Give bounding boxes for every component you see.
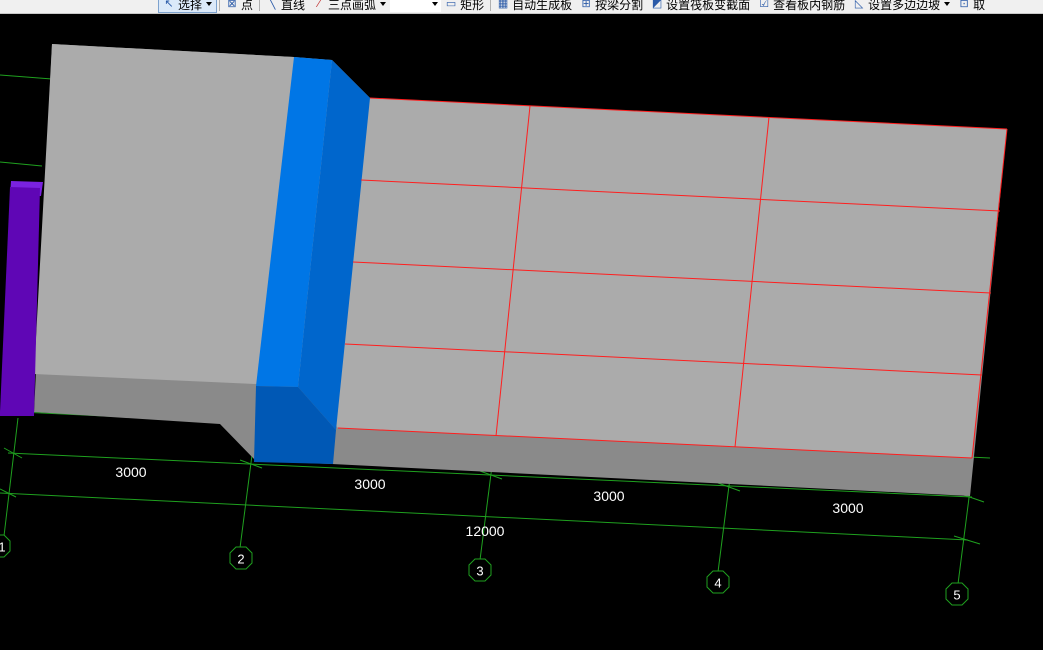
slope-icon: ◺ <box>854 0 864 10</box>
dim-span-1: 3000 <box>115 464 146 480</box>
select-label: 选择 <box>178 0 203 12</box>
axis-line-top <box>0 74 53 80</box>
line-button[interactable]: ╲ 直线 <box>262 0 309 13</box>
pick-label: 取 <box>973 0 986 12</box>
chevron-down-icon <box>432 2 439 6</box>
auto-slab-icon: ▦ <box>497 0 509 10</box>
rectangle-icon: ▭ <box>445 0 457 10</box>
auto-slab-button[interactable]: ▦ 自动生成板 <box>493 0 576 13</box>
arc-label: 三点画弧 <box>328 0 377 12</box>
point-icon: ⊠ <box>227 0 237 10</box>
line-label: 直线 <box>281 0 306 12</box>
auto-slab-label: 自动生成板 <box>512 0 573 12</box>
dim-span-2: 3000 <box>354 476 385 492</box>
axis-label-4: 4 <box>714 576 721 591</box>
pick-button[interactable]: ⊡ 取 <box>954 0 989 13</box>
draw-mode-select[interactable] <box>390 0 442 12</box>
split-by-beam-button[interactable]: ⊞ 按梁分割 <box>576 0 647 13</box>
pick-icon: ⊡ <box>959 0 969 10</box>
variable-section-label: 设置筏板变截面 <box>666 0 751 12</box>
split-by-beam-icon: ⊞ <box>581 0 591 10</box>
separator <box>219 0 221 11</box>
axis-line-mid <box>0 161 43 167</box>
select-dropdown-icon[interactable] <box>206 2 213 6</box>
axis-bubble-2[interactable]: 2 <box>229 546 253 570</box>
slope-label: 设置多边边坡 <box>868 0 941 12</box>
toolbar: ↖ 选择 ⊠ 点 ╲ 直线 ⁄ 三点画弧 ▭ 矩形 ▦ 自动生成板 ⊞ 按梁分割… <box>0 0 1043 14</box>
arc-icon: ⁄ <box>318 0 320 10</box>
axis-bubble-1[interactable]: 1 <box>0 534 11 558</box>
dim-total: 12000 <box>466 523 505 539</box>
toolbar-row: ↖ 选择 ⊠ 点 ╲ 直线 ⁄ 三点画弧 ▭ 矩形 ▦ 自动生成板 ⊞ 按梁分割… <box>0 0 989 13</box>
axis-label-3: 3 <box>476 564 483 579</box>
slope-button[interactable]: ◺ 设置多边边坡 <box>849 0 954 13</box>
slope-dropdown-icon[interactable] <box>944 2 951 6</box>
separator <box>490 0 492 11</box>
axis-label-1: 1 <box>0 540 6 555</box>
axis-line-3 <box>479 465 493 561</box>
arc-dropdown-icon[interactable] <box>380 2 387 6</box>
arc-button[interactable]: ⁄ 三点画弧 <box>309 0 390 13</box>
column-front-face <box>0 187 40 416</box>
variable-section-button[interactable]: ◩ 设置筏板变截面 <box>647 0 754 13</box>
axis-label-5: 5 <box>953 588 960 603</box>
variable-section-icon: ◩ <box>651 0 663 10</box>
model-viewport[interactable]: 3000 3000 3000 3000 12000 1 2 3 4 5 <box>0 14 1043 650</box>
axis-label-2: 2 <box>237 552 244 567</box>
axis-bubble-3[interactable]: 3 <box>468 558 492 582</box>
dim-span-4: 3000 <box>832 500 863 516</box>
axis-line-4 <box>717 477 731 573</box>
pointer-icon: ↖ <box>164 0 174 10</box>
axis-bubble-5[interactable]: 5 <box>945 582 969 606</box>
separator <box>259 0 261 11</box>
axis-line-2 <box>239 454 253 549</box>
view-rebar-icon: ☑ <box>759 0 770 10</box>
view-rebar-button[interactable]: ☑ 查看板内钢筋 <box>754 0 849 13</box>
axis-bubble-4[interactable]: 4 <box>706 570 730 594</box>
select-button[interactable]: ↖ 选择 <box>158 0 218 13</box>
dim-span-3: 3000 <box>593 488 624 504</box>
axis-line-5 <box>957 489 971 585</box>
point-button[interactable]: ⊠ 点 <box>222 0 257 13</box>
point-label: 点 <box>241 0 254 12</box>
view-rebar-label: 查看板内钢筋 <box>773 0 846 12</box>
line-icon: ╲ <box>268 0 276 10</box>
split-by-beam-label: 按梁分割 <box>595 0 644 12</box>
axis-line-1 <box>3 417 19 537</box>
rectangle-label: 矩形 <box>460 0 485 12</box>
rectangle-button[interactable]: ▭ 矩形 <box>441 0 488 13</box>
